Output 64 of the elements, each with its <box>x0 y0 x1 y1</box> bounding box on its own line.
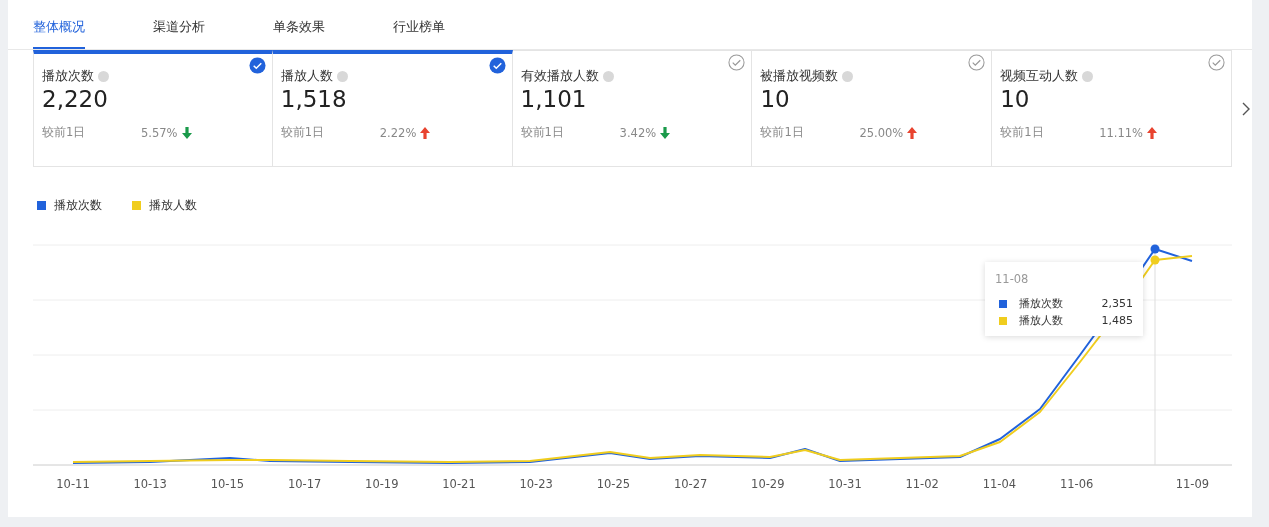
axis-label: 10-15 <box>210 477 245 491</box>
axis-label: 11-02 <box>905 477 939 491</box>
axis-label: 10-19 <box>365 477 399 491</box>
axis-label: 10-21 <box>442 477 476 491</box>
info-icon[interactable] <box>842 71 854 82</box>
metric-card[interactable]: 有效播放人数 1,101 较前1日 3.42% <box>512 50 753 167</box>
change-value: 25.00% <box>859 125 904 140</box>
check-outline-icon[interactable] <box>728 54 746 71</box>
tab[interactable]: 整体概况 <box>33 0 85 49</box>
tab[interactable]: 行业榜单 <box>393 0 445 49</box>
compare-label: 较前1日 <box>280 125 326 140</box>
tooltip-value: 1,485 <box>1101 314 1133 327</box>
change-value: 3.42% <box>619 125 657 140</box>
chevron-right-icon[interactable] <box>1242 101 1250 116</box>
info-icon[interactable] <box>336 71 348 82</box>
compare-label: 较前1日 <box>520 125 565 140</box>
check-icon[interactable] <box>488 57 506 74</box>
metric-card[interactable]: 播放人数 1,518 较前1日 2.22% <box>272 50 513 167</box>
metric-card[interactable]: 被播放视频数 10 较前1日 25.00% <box>752 50 993 167</box>
tab[interactable]: 渠道分析 <box>153 0 205 49</box>
tooltip-value: 2,351 <box>1101 297 1133 310</box>
info-icon[interactable] <box>1082 71 1094 82</box>
metric-value: 1,101 <box>520 85 588 113</box>
metric-value: 1,518 <box>280 85 348 113</box>
axis-label: 10-13 <box>133 477 167 491</box>
axis-label: 11-09 <box>1175 477 1210 491</box>
metric-value: 10 <box>1000 85 1031 113</box>
change-value: 11.11% <box>1099 125 1144 140</box>
metric-label: 有效播放人数 <box>520 68 599 85</box>
tooltip-label: 播放人数 <box>1019 313 1064 328</box>
info-icon[interactable] <box>98 71 109 82</box>
metric-label: 播放次数 <box>42 68 94 85</box>
metric-value: 2,220 <box>42 85 109 113</box>
axis-label: 10-25 <box>596 477 631 491</box>
axis-label: 10-29 <box>751 477 785 491</box>
metric-label: 播放人数 <box>280 68 333 85</box>
tooltip-label: 播放次数 <box>1019 296 1064 311</box>
axis-label: 11-06 <box>1059 477 1094 491</box>
change-value: 5.57% <box>141 125 178 140</box>
tab[interactable]: 单条效果 <box>273 0 325 49</box>
legend-label[interactable]: 播放次数 <box>54 198 102 213</box>
metric-card[interactable]: 播放次数 2,220 较前1日 5.57% <box>33 50 273 167</box>
axis-label: 10-27 <box>673 477 708 491</box>
axis-label: 10-23 <box>519 477 553 491</box>
metric-value: 10 <box>760 85 791 113</box>
legend-label[interactable]: 播放人数 <box>149 198 197 213</box>
data-point <box>1150 244 1160 254</box>
compare-label: 较前1日 <box>760 125 805 140</box>
metric-label: 被播放视频数 <box>760 68 839 85</box>
compare-label: 较前1日 <box>1000 125 1045 140</box>
metric-card[interactable]: 视频互动人数 10 较前1日 11.11% <box>992 50 1232 167</box>
axis-label: 10-17 <box>287 477 322 491</box>
change-value: 2.22% <box>379 125 417 140</box>
tooltip-date: 11-08 <box>995 272 1030 286</box>
metric-label: 视频互动人数 <box>1000 68 1079 85</box>
check-icon[interactable] <box>248 57 266 74</box>
axis-label: 10-31 <box>828 477 862 491</box>
axis-label: 10-11 <box>56 477 90 491</box>
data-point <box>1150 255 1160 265</box>
compare-label: 较前1日 <box>42 125 87 140</box>
info-icon[interactable] <box>602 71 614 82</box>
check-outline-icon[interactable] <box>968 54 986 71</box>
axis-label: 11-04 <box>982 477 1017 491</box>
check-outline-icon[interactable] <box>1208 54 1225 71</box>
